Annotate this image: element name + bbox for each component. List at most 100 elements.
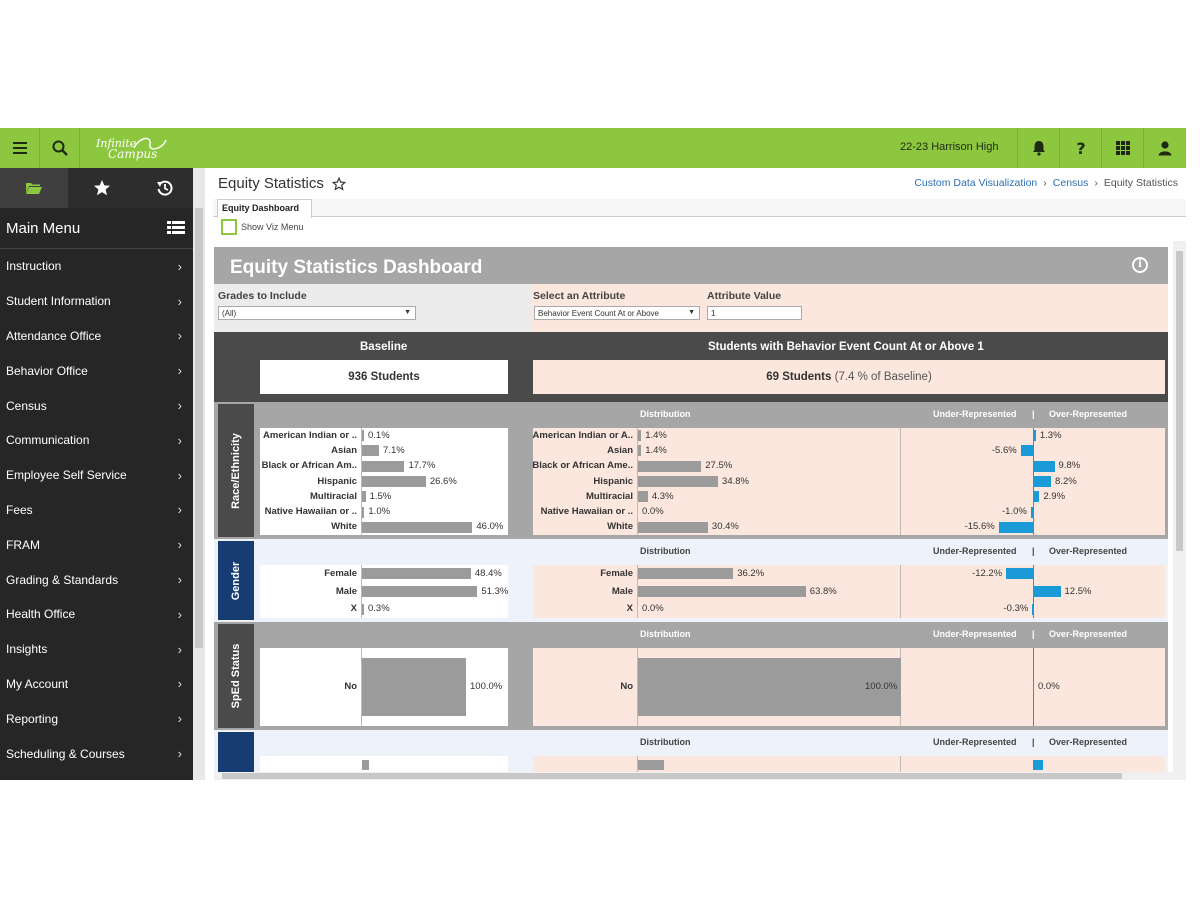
horizontal-scrollbar[interactable]	[214, 772, 1173, 780]
notifications-button[interactable]	[1017, 128, 1059, 168]
distribution-panel: American Indian or A.. 1.4% 1.3% Asian 1.4% -…	[532, 428, 1165, 535]
sidebar-item-fram[interactable]: FRAM ›	[0, 527, 193, 562]
sidebar-item-student-information[interactable]: Student Information ›	[0, 284, 193, 319]
chevron-right-icon: ›	[177, 711, 182, 727]
show-viz-menu-button[interactable]: Show Viz Menu	[221, 219, 303, 235]
category-label: Asian	[607, 444, 633, 456]
category-label: Hispanic	[317, 475, 357, 487]
hamburger-menu-button[interactable]	[0, 128, 40, 168]
sidebar-item-label: Attendance Office	[6, 328, 102, 343]
distribution-bar	[638, 491, 648, 503]
school-year-label[interactable]: 22-23 Harrison High	[900, 141, 998, 153]
sidebar-item-label: Communication	[6, 433, 90, 448]
main-menu-title: Main Menu	[6, 219, 81, 237]
bell-icon	[1032, 141, 1045, 156]
distribution-header: Distribution	[640, 409, 691, 419]
attribute-value-input[interactable]: 1	[707, 306, 802, 320]
list-view-icon[interactable]	[167, 220, 185, 236]
sidebar-item-behavior-office[interactable]: Behavior Office ›	[0, 353, 193, 388]
page-title-area: Equity Statistics	[218, 175, 346, 192]
section-race: Race/Ethnicity Distribution Under-Represen…	[214, 402, 1168, 539]
page-title: Equity Statistics	[218, 175, 324, 192]
category-label: Native Hawaiian or ..	[540, 506, 633, 518]
horizontal-scrollbar-thumb[interactable]	[222, 773, 1122, 779]
over-represented-header: Over-Represented	[1049, 737, 1128, 747]
sidebar-item-insights[interactable]: Insights ›	[0, 632, 193, 667]
distribution-value: 0.0%	[642, 603, 664, 615]
sidebar-item-my-account[interactable]: My Account ›	[0, 667, 193, 702]
help-button[interactable]: ?	[1059, 128, 1101, 168]
over-represented-header: Over-Represented	[1049, 546, 1128, 556]
sidebar-scrollbar[interactable]	[193, 168, 205, 780]
content-scrollbar-thumb[interactable]	[1176, 251, 1183, 551]
category-label: Female	[324, 567, 357, 579]
header-separator: |	[1032, 409, 1035, 419]
distribution-bar	[638, 760, 664, 770]
baseline-bar	[362, 658, 466, 716]
under-represented-header: Under-Represented	[933, 629, 1017, 639]
sidebar-item-label: Reporting	[6, 711, 59, 726]
sidebar-item-communication[interactable]: Communication ›	[0, 423, 193, 458]
sidebar-item-instruction[interactable]: Instruction ›	[0, 249, 193, 284]
sidebar-item-attendance-office[interactable]: Attendance Office ›	[0, 319, 193, 354]
distribution-value: 63.8%	[809, 585, 837, 597]
sidebar-item-employee-self-service[interactable]: Employee Self Service ›	[0, 458, 193, 493]
distribution-header: Distribution	[640, 629, 691, 639]
distribution-bar	[638, 568, 734, 580]
distribution-header: Distribution	[640, 737, 691, 747]
sidebar-item-fees[interactable]: Fees ›	[0, 493, 193, 528]
breadcrumb-custom-data-visualization[interactable]: Custom Data Visualization	[914, 177, 1037, 189]
baseline-bar	[362, 491, 366, 503]
header-separator: |	[1032, 737, 1035, 747]
info-icon[interactable]: i	[1132, 257, 1148, 273]
main-menu-header: Main Menu	[0, 208, 193, 249]
sidebar-item-label: Employee Self Service	[6, 468, 127, 483]
distribution-bar	[638, 586, 806, 597]
sidebar-item-scheduling-courses[interactable]: Scheduling & Courses ›	[0, 736, 193, 771]
tab-equity-dashboard[interactable]: Equity Dashboard	[217, 199, 312, 218]
top-bar: Infinite Campus 22-23 Harrison High ?	[0, 128, 1186, 168]
difference-value: -5.6%	[991, 444, 1017, 456]
attribute-select[interactable]: Behavior Event Count At or Above ▼	[534, 306, 700, 320]
content-scrollbar[interactable]	[1173, 241, 1186, 780]
distribution-value: 1.4%	[645, 429, 667, 441]
filters-left: Grades to Include (All) ▼	[214, 284, 532, 332]
distribution-bar	[638, 658, 901, 716]
baseline-panel: American Indian or .. 0.1% Asian 7.1% Black …	[260, 428, 508, 535]
infinite-campus-logo[interactable]: Infinite Campus	[92, 134, 172, 162]
viz-menu-icon	[221, 219, 237, 235]
baseline-panel	[260, 756, 508, 773]
user-account-button[interactable]	[1143, 128, 1185, 168]
search-button[interactable]	[40, 128, 80, 168]
baseline-value: 1.0%	[368, 506, 391, 518]
chevron-right-icon: ›	[177, 258, 182, 274]
tab-favorites[interactable]	[68, 168, 136, 208]
breadcrumb: Custom Data Visualization › Census › Equ…	[914, 177, 1178, 189]
sidebar-item-label: Behavior Office	[6, 363, 88, 378]
user-icon	[1158, 141, 1171, 156]
svg-text:?: ?	[1076, 139, 1085, 157]
distribution-value: 30.4%	[711, 521, 739, 533]
favorite-star-icon[interactable]	[331, 176, 346, 191]
tab-history[interactable]	[136, 168, 193, 208]
apps-button[interactable]	[1101, 128, 1143, 168]
distribution-value: 100.0%	[865, 681, 898, 692]
sidebar-item-health-office[interactable]: Health Office ›	[0, 597, 193, 632]
section-label-partial	[218, 732, 254, 773]
tab-main-menu[interactable]	[0, 168, 68, 208]
attribute-value-input-text: 1	[711, 309, 716, 318]
sidebar-item-census[interactable]: Census ›	[0, 388, 193, 423]
hamburger-icon	[12, 142, 27, 154]
under-represented-bar	[1020, 445, 1033, 457]
sidebar-item-grading-standards[interactable]: Grading & Standards ›	[0, 562, 193, 597]
under-represented-header: Under-Represented	[933, 737, 1017, 747]
grades-select[interactable]: (All) ▼	[218, 306, 416, 320]
chevron-right-icon: ›	[177, 606, 182, 622]
sidebar-item-reporting[interactable]: Reporting ›	[0, 701, 193, 736]
breadcrumb-census[interactable]: Census	[1053, 177, 1089, 189]
sidebar-scrollbar-thumb[interactable]	[195, 208, 203, 648]
chevron-right-icon: ›	[177, 746, 182, 762]
over-represented-header: Over-Represented	[1049, 409, 1128, 419]
distribution-bar	[638, 460, 702, 472]
over-represented-bar	[1033, 476, 1052, 487]
